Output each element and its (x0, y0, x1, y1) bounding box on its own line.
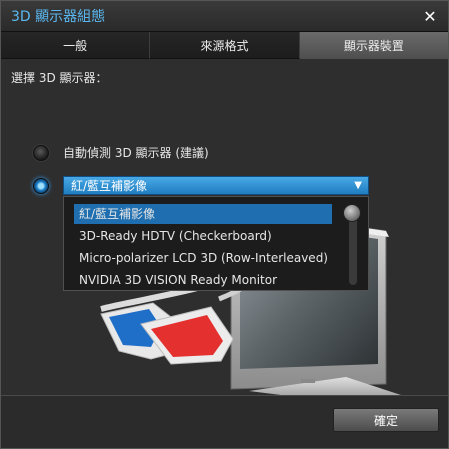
dialog-footer: 確定 (1, 396, 448, 448)
chevron-down-icon[interactable]: ▼ (354, 180, 362, 191)
tab-bar: 一般 來源格式 顯示器裝置 (1, 31, 448, 59)
dropdown-option-row-interleaved[interactable]: Micro-polarizer LCD 3D (Row-Interleaved) (74, 248, 328, 268)
window-title: 3D 顯示器組態 (11, 9, 106, 25)
dropdown-option-anaglyph[interactable]: 紅/藍互補影像 (74, 204, 332, 224)
tab-source-format[interactable]: 來源格式 (150, 32, 300, 59)
auto-detect-label: 自動偵測 3D 顯示器 (建議) (63, 146, 209, 160)
display-device-panel: 選擇 3D 顯示器： 自動偵測 3D 顯示器 (建議) 紅/藍互補影像 ▼ 紅/… (1, 59, 448, 396)
dropdown-option-checkerboard[interactable]: 3D-Ready HDTV (Checkerboard) (74, 226, 272, 246)
select-3d-display-label: 選擇 3D 顯示器： (11, 71, 108, 85)
tab-display-device[interactable]: 顯示器裝置 (299, 32, 448, 59)
close-icon[interactable]: ✕ (422, 7, 438, 26)
auto-detect-radio[interactable] (33, 145, 49, 161)
dialog-window: 3D 顯示器組態 ✕ 一般 來源格式 顯示器裝置 選擇 3D 顯示器： 自動偵測… (0, 0, 449, 449)
dropdown-option-3d-vision[interactable]: NVIDIA 3D VISION Ready Monitor (74, 270, 277, 290)
title-bar: 3D 顯示器組態 ✕ (1, 1, 448, 31)
tab-general[interactable]: 一般 (1, 32, 151, 59)
display-type-dropdown[interactable]: 紅/藍互補影像 ▼ (63, 176, 369, 195)
ok-button[interactable]: 確定 (333, 408, 439, 432)
dropdown-selected-value: 紅/藍互補影像 (71, 179, 148, 193)
manual-select-radio[interactable] (33, 178, 49, 194)
dropdown-list: 紅/藍互補影像 3D-Ready HDTV (Checkerboard) Mic… (63, 196, 369, 291)
scrollbar-thumb[interactable] (343, 204, 361, 222)
